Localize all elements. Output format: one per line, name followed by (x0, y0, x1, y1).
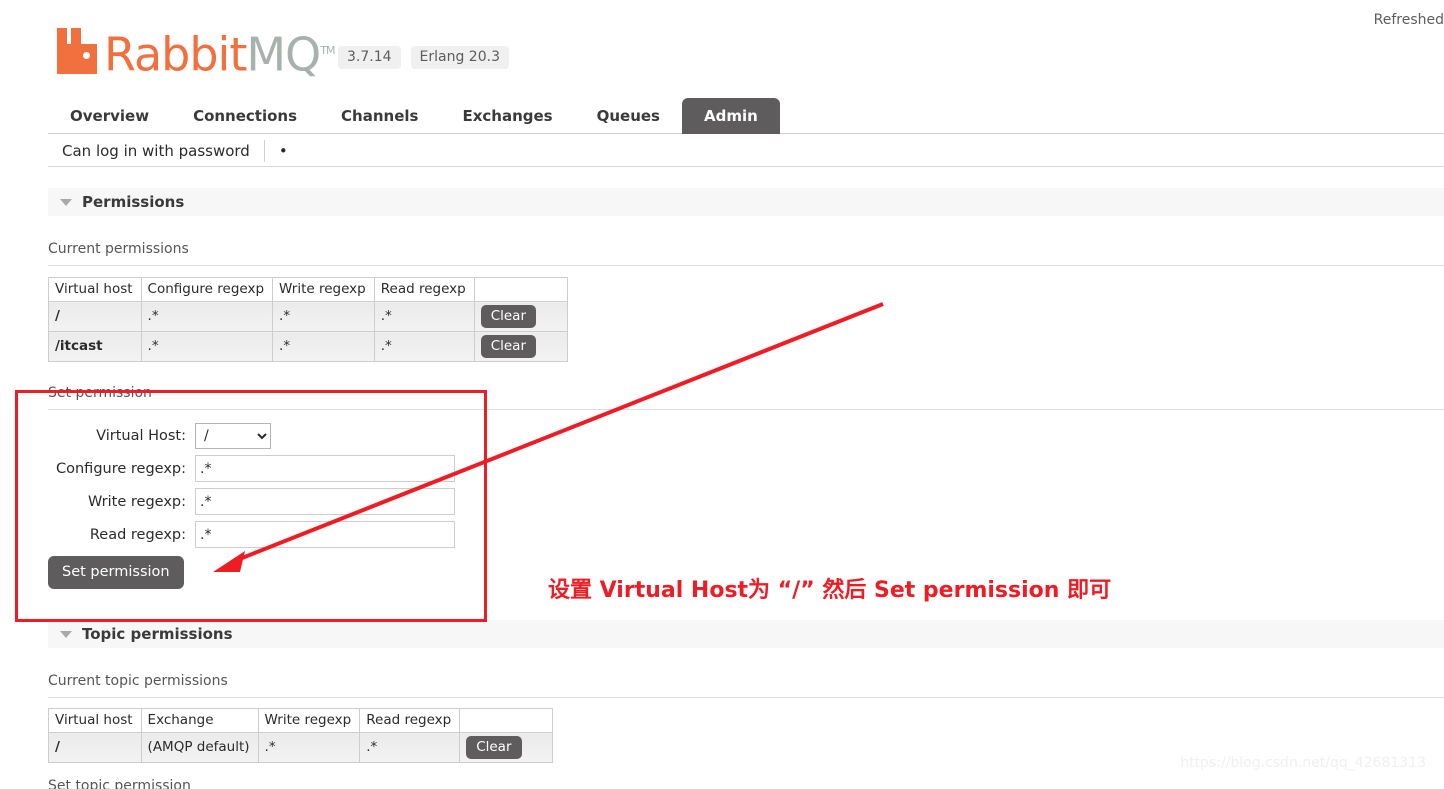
rabbit-head-icon (57, 28, 101, 74)
cell-write-regexp: .* (272, 301, 375, 332)
col-read-regexp: Read regexp (373, 277, 475, 302)
cell-virtual-host: /itcast (48, 331, 142, 362)
cell-virtual-host: / (48, 301, 142, 332)
tab-channels[interactable]: Channels (319, 107, 440, 134)
set-topic-permission-label: Set topic permission (48, 778, 191, 789)
form-row-write-regexp: Write regexp: (48, 486, 455, 517)
watermark: https://blog.csdn.net/qq_42681313 (1180, 755, 1426, 771)
topic-permissions-section-title: Topic permissions (82, 625, 233, 643)
topic-permissions-section-header[interactable]: Topic permissions (48, 620, 1444, 648)
col-actions (473, 277, 568, 302)
permissions-section-header[interactable]: Permissions (48, 188, 1444, 216)
cell-read-regexp: .* (373, 331, 475, 362)
rabbitmq-logo[interactable]: RabbitMQTM (57, 16, 336, 77)
cell-configure-regexp: .* (140, 301, 274, 332)
chevron-down-icon[interactable] (60, 198, 72, 206)
can-log-in-row: Can log in with password • (48, 136, 1444, 167)
logo-text-rabbit: Rabbit (104, 27, 247, 81)
tab-admin[interactable]: Admin (681, 98, 780, 134)
cell-actions: Clear (473, 331, 568, 362)
set-permission-form: Virtual Host: / /itcast Configure regexp… (48, 420, 455, 594)
current-topic-permissions-table: Virtual host Exchange Write regexp Read … (48, 708, 554, 763)
virtual-host-label: Virtual Host: (96, 427, 186, 444)
rabbitmq-management-page: Refreshed RabbitMQTM 3.7.14 Erlang 20.3 … (0, 0, 1444, 789)
cell-read-regexp: .* (373, 301, 475, 332)
col-virtual-host: Virtual host (48, 277, 142, 302)
current-permissions-label: Current permissions (48, 241, 189, 257)
chevron-down-icon[interactable] (60, 630, 72, 638)
col-read-regexp: Read regexp (359, 708, 461, 733)
configure-regexp-label: Configure regexp: (56, 460, 186, 477)
rabbitmq-version-badge: 3.7.14 (338, 46, 401, 69)
cell-write-regexp: .* (257, 732, 361, 763)
permissions-section-title: Permissions (82, 193, 185, 211)
table-row: /itcast .* .* .* Clear (48, 331, 568, 362)
clear-permission-button[interactable]: Clear (480, 305, 537, 328)
logo-wordmark: RabbitMQTM (104, 28, 336, 77)
tab-exchanges[interactable]: Exchanges (440, 107, 574, 134)
col-exchange: Exchange (140, 708, 259, 733)
cell-actions: Clear (473, 301, 568, 332)
can-log-in-value: • (278, 142, 288, 160)
set-permission-label: Set permission (48, 385, 152, 401)
form-row-submit: Set permission (48, 552, 455, 592)
cell-read-regexp: .* (359, 732, 461, 763)
tab-overview[interactable]: Overview (48, 107, 171, 134)
cell-virtual-host: / (48, 732, 142, 763)
write-regexp-input[interactable] (195, 488, 455, 515)
form-row-virtual-host: Virtual Host: / /itcast (48, 420, 455, 451)
main-navigation: Overview Connections Channels Exchanges … (48, 98, 1444, 134)
annotation-callout-text: 设置 Virtual Host为 “/” 然后 Set permission 即… (548, 578, 1112, 603)
current-topic-permissions-label: Current topic permissions (48, 673, 228, 689)
write-regexp-label: Write regexp: (88, 493, 186, 510)
col-configure-regexp: Configure regexp (140, 277, 274, 302)
trademark-icon: TM (320, 43, 335, 57)
col-write-regexp: Write regexp (272, 277, 375, 302)
current-permissions-table: Virtual host Configure regexp Write rege… (48, 277, 568, 362)
read-regexp-input[interactable] (195, 521, 455, 548)
col-virtual-host: Virtual host (48, 708, 142, 733)
cell-actions: Clear (459, 732, 554, 763)
erlang-version-badge: Erlang 20.3 (410, 46, 509, 69)
can-log-in-label: Can log in with password (48, 140, 265, 162)
form-row-read-regexp: Read regexp: (48, 519, 455, 550)
tab-connections[interactable]: Connections (171, 107, 319, 134)
tab-queues[interactable]: Queues (575, 107, 682, 134)
table-header-row: Virtual host Exchange Write regexp Read … (48, 708, 554, 733)
table-row: / (AMQP default) .* .* Clear (48, 732, 554, 763)
configure-regexp-input[interactable] (195, 455, 455, 482)
clear-topic-permission-button[interactable]: Clear (466, 736, 522, 759)
logo-text-mq: MQ (246, 27, 321, 81)
col-actions (459, 708, 554, 733)
form-row-configure-regexp: Configure regexp: (48, 453, 455, 484)
refresh-status: Refreshed (1373, 12, 1444, 28)
cell-configure-regexp: .* (140, 331, 274, 362)
table-header-row: Virtual host Configure regexp Write rege… (48, 277, 568, 302)
cell-write-regexp: .* (272, 331, 375, 362)
table-row: / .* .* .* Clear (48, 301, 568, 332)
col-write-regexp: Write regexp (257, 708, 361, 733)
set-permission-button[interactable]: Set permission (48, 555, 184, 589)
cell-exchange: (AMQP default) (140, 732, 259, 763)
clear-permission-button[interactable]: Clear (480, 335, 537, 358)
version-badges: 3.7.14 Erlang 20.3 (338, 46, 509, 69)
virtual-host-select[interactable]: / /itcast (195, 422, 271, 449)
read-regexp-label: Read regexp: (89, 526, 186, 543)
